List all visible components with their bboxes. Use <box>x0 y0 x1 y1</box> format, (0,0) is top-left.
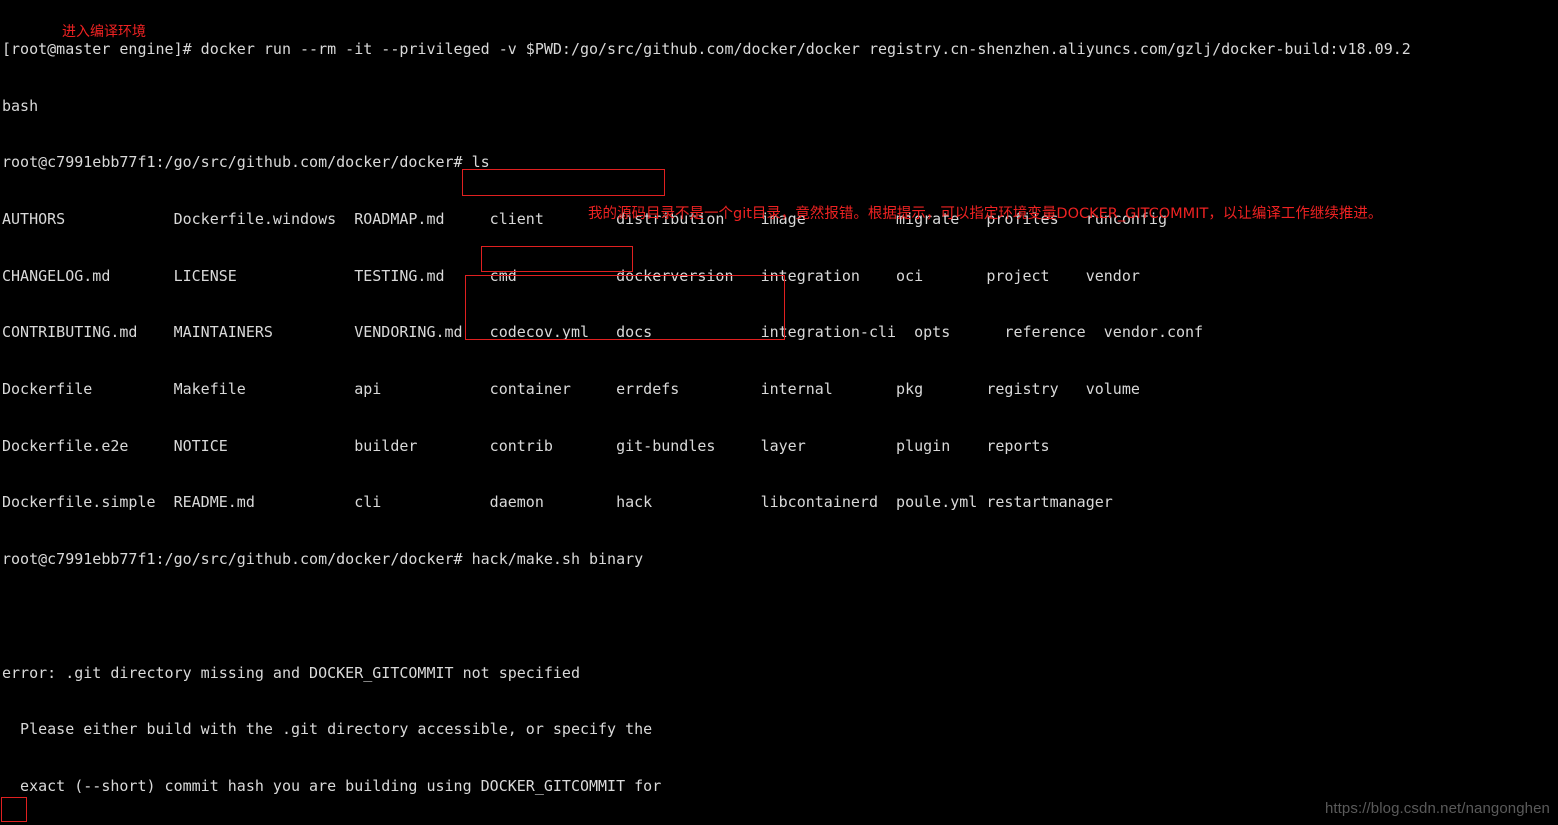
terminal-line: exact (--short) commit hash you are buil… <box>2 776 662 795</box>
terminal-line: error: .git directory missing and DOCKER… <box>2 663 580 682</box>
terminal-line: CHANGELOG.md LICENSE TESTING.md cmd dock… <box>2 266 1140 285</box>
terminal-line: bash <box>2 96 39 115</box>
watermark: https://blog.csdn.net/nangonghen <box>1324 800 1550 818</box>
terminal-line: Please either build with the .git direct… <box>2 720 653 739</box>
annotation-git-commit-note: 我的源码目录不是一个git目录，竟然报错。根据提示，可以指定环境变量DOCKER… <box>588 206 1383 222</box>
terminal-line: Dockerfile.simple README.md cli daemon h… <box>2 493 1113 512</box>
annotation-enter-build-env: 进入编译环境 <box>62 24 146 40</box>
terminal-line: [root@master engine]# docker run --rm -i… <box>2 39 1411 58</box>
terminal-line: Dockerfile Makefile api container errdef… <box>2 380 1140 399</box>
terminal-screen: [root@master engine]# docker run --rm -i… <box>2 2 1556 825</box>
terminal-line: root@c7991ebb77f1:/go/src/github.com/doc… <box>2 153 490 172</box>
terminal-line: CONTRIBUTING.md MAINTAINERS VENDORING.md… <box>2 323 1204 342</box>
terminal-line: root@c7991ebb77f1:/go/src/github.com/doc… <box>2 550 644 569</box>
terminal-line: Dockerfile.e2e NOTICE builder contrib gi… <box>2 436 1050 455</box>
terminal-window[interactable]: [root@master engine]# docker run --rm -i… <box>0 0 1558 825</box>
